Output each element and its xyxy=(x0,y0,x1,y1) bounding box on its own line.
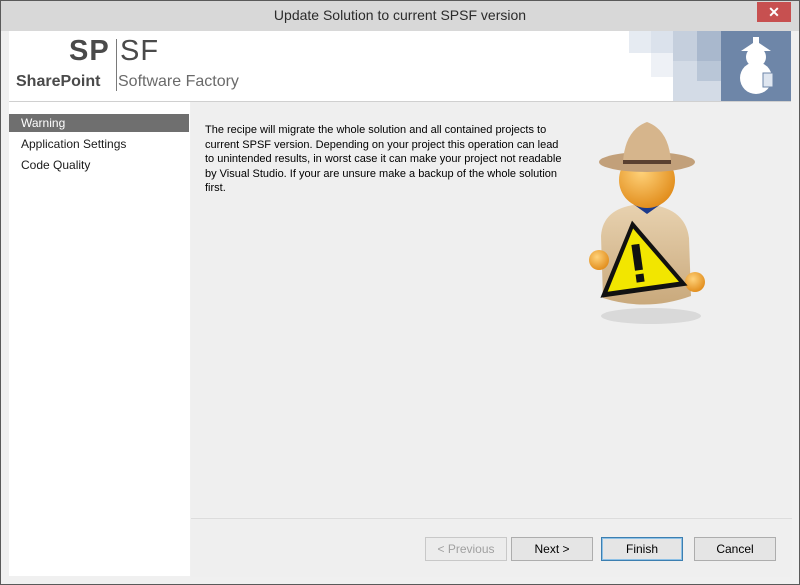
logo-divider xyxy=(116,39,117,91)
banner-tile xyxy=(697,31,721,61)
ranger-avatar-icon xyxy=(740,37,774,94)
close-button[interactable]: ✕ xyxy=(757,2,791,22)
wizard-button-bar: < Previous Next > Finish Cancel xyxy=(191,518,792,577)
next-button[interactable]: Next > xyxy=(511,537,593,561)
previous-button[interactable]: < Previous xyxy=(425,537,507,561)
logo-sharepoint-text: SharePoint xyxy=(16,73,101,90)
logo-sf-text: SF xyxy=(120,35,160,67)
close-icon: ✕ xyxy=(768,4,780,20)
banner-tile xyxy=(651,53,673,77)
wizard-steps-sidebar: Warning Application Settings Code Qualit… xyxy=(9,102,190,576)
wizard-content-panel: The recipe will migrate the whole soluti… xyxy=(191,102,792,517)
step-application-settings[interactable]: Application Settings xyxy=(9,135,189,153)
banner-tile xyxy=(629,31,651,53)
logo-sp-text: SP xyxy=(69,35,110,67)
logo-software-factory-text: Software Factory xyxy=(118,73,239,90)
finish-button[interactable]: Finish xyxy=(601,537,683,561)
banner-tile xyxy=(651,31,673,53)
warning-ranger-icon xyxy=(589,122,705,324)
banner-tile xyxy=(697,61,721,81)
title-bar[interactable]: Update Solution to current SPSF version … xyxy=(1,1,799,31)
step-warning[interactable]: Warning xyxy=(9,114,189,132)
dialog-window: Update Solution to current SPSF version … xyxy=(0,0,800,585)
avatar-tile xyxy=(721,31,791,101)
banner-tile xyxy=(673,31,697,61)
cancel-button[interactable]: Cancel xyxy=(694,537,776,561)
step-code-quality[interactable]: Code Quality xyxy=(9,156,189,174)
warning-message: The recipe will migrate the whole soluti… xyxy=(205,124,562,194)
header-banner: SP SF SharePoint Software Factory xyxy=(9,31,791,102)
window-title: Update Solution to current SPSF version xyxy=(273,7,527,23)
